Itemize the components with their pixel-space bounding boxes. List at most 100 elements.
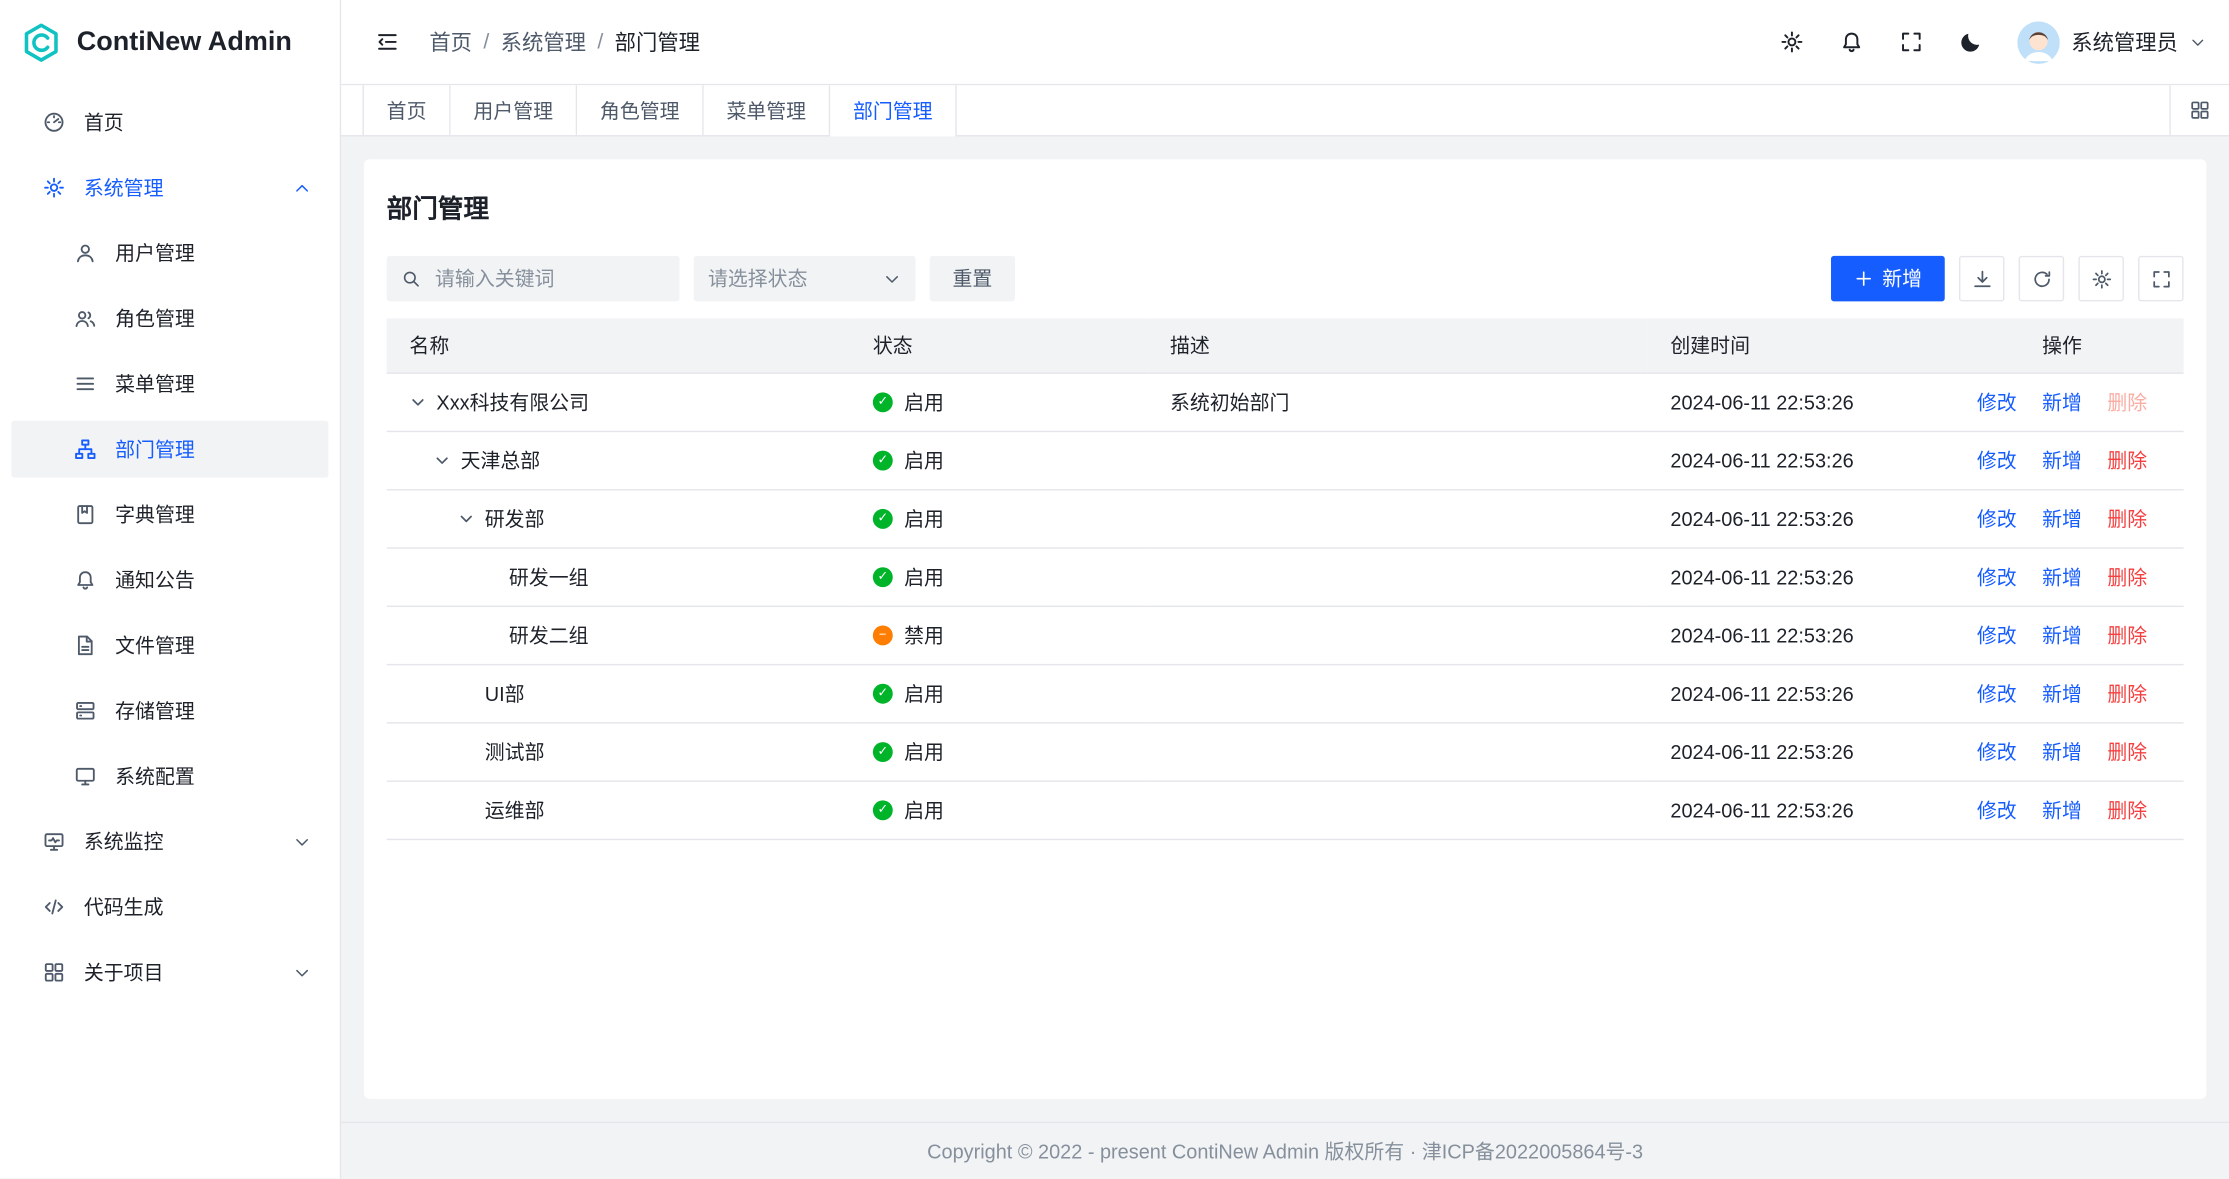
brand[interactable]: ContiNew Admin (0, 0, 340, 85)
status-text: 启用 (904, 679, 944, 707)
copyright-text: Copyright © 2022 - present ContiNew Admi… (927, 1137, 1643, 1165)
settings-button[interactable] (1770, 19, 1815, 64)
gear-icon (2090, 268, 2111, 289)
add-button[interactable]: 新增 (1831, 256, 1945, 301)
topbar: 首页 / 系统管理 / 部门管理 (341, 0, 2229, 85)
sidebar-item-dict-mgmt[interactable]: 字典管理 (11, 486, 328, 543)
dept-description (1147, 606, 1647, 664)
dept-description (1147, 780, 1647, 838)
status-text: 启用 (904, 504, 944, 532)
modify-link[interactable]: 修改 (1977, 740, 2017, 763)
breadcrumb-item-system[interactable]: 系统管理 (501, 27, 586, 57)
delete-link[interactable]: 删除 (2107, 682, 2147, 705)
app-root: ContiNew Admin 首页 系统管理 用户管理 角色管理 (0, 0, 2229, 1179)
caret-down-icon[interactable] (409, 393, 429, 410)
breadcrumb-item-home[interactable]: 首页 (429, 27, 472, 57)
modify-link[interactable]: 修改 (1977, 682, 2017, 705)
status-dot-icon: ✓ (873, 742, 893, 762)
status-dot-icon: ✓ (873, 683, 893, 703)
tree-indent (409, 576, 482, 577)
apps-grid-icon (43, 961, 66, 984)
column-header-name: 名称 (387, 318, 850, 372)
created-time: 2024-06-11 22:53:26 (1648, 547, 1941, 605)
sidebar-item-file-mgmt[interactable]: 文件管理 (11, 617, 328, 674)
menu-fold-icon (375, 30, 399, 54)
name-cell: 研发部 (409, 504, 827, 532)
tree-indent (409, 809, 457, 810)
add-link[interactable]: 新增 (2042, 390, 2082, 413)
caret-down-icon[interactable] (434, 451, 454, 468)
theme-toggle-button[interactable] (1949, 19, 1994, 64)
sidebar-item-sys-config[interactable]: 系统配置 (11, 748, 328, 805)
created-time: 2024-06-11 22:53:26 (1648, 372, 1941, 430)
delete-link[interactable]: 删除 (2107, 740, 2147, 763)
status-badge: ✓ 启用 (873, 446, 944, 474)
add-link[interactable]: 新增 (2042, 682, 2082, 705)
add-link[interactable]: 新增 (2042, 449, 2082, 472)
sidebar-item-label: 系统监控 (84, 827, 274, 855)
column-header-created: 创建时间 (1648, 318, 1941, 372)
status-text: 启用 (904, 737, 944, 765)
sidebar-item-system-mgmt[interactable]: 系统管理 (11, 159, 328, 216)
dept-name: 研发一组 (509, 562, 589, 590)
sidebar-item-dept-mgmt[interactable]: 部门管理 (11, 421, 328, 478)
add-link[interactable]: 新增 (2042, 740, 2082, 763)
sidebar-item-codegen[interactable]: 代码生成 (11, 879, 328, 936)
status-dot-icon: ✓ (873, 450, 893, 470)
sidebar-item-user-mgmt[interactable]: 用户管理 (11, 225, 328, 282)
fullscreen-button[interactable] (1889, 19, 1934, 64)
add-link[interactable]: 新增 (2042, 798, 2082, 821)
apps-grid-icon (2189, 100, 2210, 121)
department-table: 名称 状态 描述 创建时间 操作 Xxx科技有限公司 (387, 318, 2184, 839)
desktop-icon (74, 765, 97, 788)
dept-description (1147, 431, 1647, 489)
table-row: 运维部 ✓ 启用 2024-06-11 22:53:26 修改 (387, 780, 2184, 838)
tab-list-menu-button[interactable] (2169, 85, 2229, 135)
add-link[interactable]: 新增 (2042, 565, 2082, 588)
sidebar-item-about[interactable]: 关于项目 (11, 944, 328, 1001)
status-text: 启用 (904, 446, 944, 474)
modify-link[interactable]: 修改 (1977, 623, 2017, 646)
column-settings-button[interactable] (2078, 256, 2123, 301)
user-menu[interactable]: 系统管理员 (2017, 21, 2206, 64)
dashboard-icon (43, 111, 66, 134)
chevron-down-icon (293, 963, 311, 981)
tab[interactable]: 角色管理 (577, 85, 704, 135)
export-button[interactable] (1959, 256, 2004, 301)
sidebar-item-role-mgmt[interactable]: 角色管理 (11, 290, 328, 347)
tree-indent (409, 634, 482, 635)
sidebar-item-menu-mgmt[interactable]: 菜单管理 (11, 355, 328, 412)
sidebar-item-storage-mgmt[interactable]: 存储管理 (11, 682, 328, 739)
modify-link[interactable]: 修改 (1977, 390, 2017, 413)
delete-link[interactable]: 删除 (2107, 798, 2147, 821)
status-select-placeholder: 请选择状态 (708, 264, 808, 292)
delete-link[interactable]: 删除 (2107, 507, 2147, 530)
modify-link[interactable]: 修改 (1977, 449, 2017, 472)
modify-link[interactable]: 修改 (1977, 798, 2017, 821)
add-link[interactable]: 新增 (2042, 507, 2082, 530)
status-select[interactable]: 请选择状态 (694, 256, 916, 301)
tab[interactable]: 首页 (363, 85, 451, 135)
add-link[interactable]: 新增 (2042, 623, 2082, 646)
delete-link[interactable]: 删除 (2107, 623, 2147, 646)
reset-button[interactable]: 重置 (930, 256, 1015, 301)
sidebar-item-home[interactable]: 首页 (11, 94, 328, 151)
tab[interactable]: 菜单管理 (704, 85, 831, 135)
status-badge: ✓ 启用 (873, 504, 944, 532)
column-header-status: 状态 (850, 318, 1147, 372)
menu-collapse-button[interactable] (364, 19, 409, 64)
caret-down-icon[interactable] (458, 510, 478, 527)
tab[interactable]: 部门管理 (830, 85, 957, 135)
sidebar-item-monitor[interactable]: 系统监控 (11, 813, 328, 870)
table-fullscreen-button[interactable] (2138, 256, 2183, 301)
search-input[interactable] (432, 266, 665, 292)
modify-link[interactable]: 修改 (1977, 565, 2017, 588)
refresh-button[interactable] (2019, 256, 2064, 301)
tab[interactable]: 用户管理 (451, 85, 578, 135)
delete-link[interactable]: 删除 (2107, 449, 2147, 472)
modify-link[interactable]: 修改 (1977, 507, 2017, 530)
sidebar-item-notice[interactable]: 通知公告 (11, 552, 328, 609)
created-time: 2024-06-11 22:53:26 (1648, 664, 1941, 722)
notifications-button[interactable] (1830, 19, 1875, 64)
delete-link[interactable]: 删除 (2107, 565, 2147, 588)
